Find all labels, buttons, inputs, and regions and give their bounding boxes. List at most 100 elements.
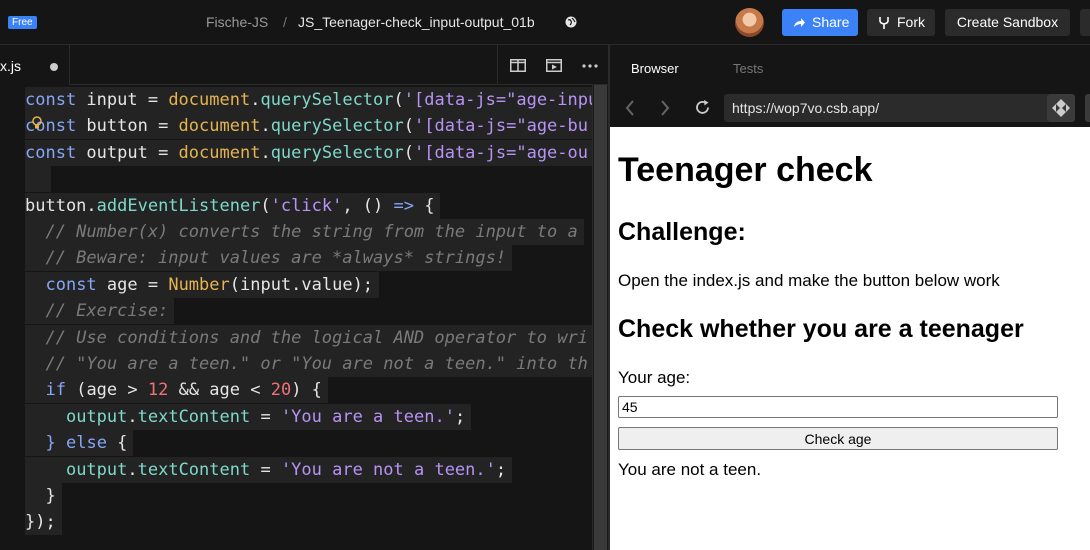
back-icon[interactable]: [625, 100, 635, 116]
share-button[interactable]: Share: [782, 9, 858, 36]
code-line[interactable]: const output = document.querySelector('[…: [25, 139, 592, 166]
check-age-button[interactable]: Check age: [618, 427, 1058, 450]
reload-icon[interactable]: [694, 99, 711, 116]
code-editor: x.js const input = document.querySelecto…: [0, 45, 608, 550]
code-token: document: [178, 142, 261, 163]
code-token: else: [65, 433, 107, 454]
share-label: Share: [812, 14, 850, 30]
top-bar: Free Fische-JS / JS_Teenager-check_input…: [0, 0, 1090, 45]
code-token: =>: [393, 195, 414, 216]
fork-button[interactable]: Fork: [867, 9, 935, 36]
code-token: Number: [168, 274, 230, 295]
split-view-icon[interactable]: [510, 59, 526, 72]
code-line[interactable]: const button = document.querySelector('[…: [25, 113, 592, 140]
code-token: // Number(x) converts the string from th…: [25, 222, 578, 242]
code-token: {: [414, 195, 435, 216]
code-token: if: [45, 380, 66, 401]
overflow-button[interactable]: [1080, 9, 1090, 36]
code-token: (: [403, 116, 414, 137]
code-line[interactable]: // Number(x) converts the string from th…: [25, 219, 584, 245]
preview-icon[interactable]: [546, 59, 562, 72]
code-token: , (): [342, 195, 394, 216]
code-token: querySelector: [270, 142, 404, 163]
code-token: (age >: [65, 380, 148, 401]
more-options-icon[interactable]: [582, 64, 598, 68]
code-token: textContent: [137, 459, 251, 480]
code-token: (input.value);: [229, 274, 374, 295]
code-token: (: [260, 195, 271, 216]
forward-icon[interactable]: [660, 100, 670, 116]
code-line[interactable]: // Exercise:: [25, 298, 175, 325]
pane-overflow-button[interactable]: [1085, 94, 1090, 122]
code-token: textContent: [137, 406, 251, 427]
code-token: .: [127, 459, 138, 480]
user-avatar[interactable]: [735, 8, 764, 37]
code-line[interactable]: // Use conditions and the logical AND op…: [25, 324, 592, 351]
code-token: const: [25, 90, 77, 110]
code-token: =: [250, 406, 281, 427]
code-token: // Exercise:: [25, 301, 169, 322]
editor-scrollbar-thumb[interactable]: [594, 85, 607, 550]
code-token: .: [260, 116, 271, 137]
file-tab-index-js[interactable]: x.js: [0, 45, 70, 85]
code-token: }: [45, 433, 56, 454]
tab-tests[interactable]: Tests: [733, 61, 763, 76]
code-token: button.: [25, 195, 97, 216]
code-token: ;: [454, 406, 466, 427]
code-token: '[data-js="age-bu: [414, 116, 588, 137]
code-line[interactable]: output.textContent = 'You are not a teen…: [25, 456, 513, 483]
code-token: output: [65, 459, 128, 480]
code-token: 20: [270, 380, 292, 401]
code-line[interactable]: const input = document.querySelector('[d…: [25, 87, 592, 113]
code-token: 'You are a teen.': [280, 406, 455, 427]
codesandbox-icon: [1052, 99, 1070, 117]
code-line[interactable]: output.textContent = 'You are a teen.';: [25, 403, 472, 430]
code-line[interactable]: // Beware: input values are *always* str…: [25, 245, 513, 272]
editor-tools: [497, 45, 608, 85]
check-heading: Check whether you are a teenager: [618, 315, 1024, 343]
tab-browser[interactable]: Browser: [631, 61, 679, 76]
code-token: input =: [76, 90, 169, 110]
code-token: age =: [96, 274, 169, 295]
code-token: const: [25, 142, 77, 163]
unsaved-dot-icon: [50, 63, 58, 71]
sandbox-tools-button[interactable]: [1047, 94, 1075, 122]
code-line[interactable]: if (age > 12 && age < 20) {: [25, 377, 328, 404]
code-token: }: [25, 486, 56, 506]
create-sandbox-button[interactable]: Create Sandbox: [945, 9, 1070, 36]
code-token: (: [393, 90, 404, 110]
lightbulb-icon[interactable]: [31, 116, 43, 130]
code-line[interactable]: // "You are a teen." or "You are not a t…: [25, 351, 592, 377]
breadcrumb-team[interactable]: Fische-JS: [206, 14, 268, 31]
code-token: .: [127, 406, 138, 427]
code-token: .: [250, 90, 261, 110]
code-line[interactable]: [25, 166, 52, 193]
code-token: 'click': [270, 195, 343, 216]
code-token: // Beware: input values are *always* str…: [25, 248, 507, 269]
code-line[interactable]: });: [25, 509, 62, 536]
address-bar[interactable]: [724, 94, 1049, 122]
code-token: const: [45, 274, 97, 295]
code-token: && age <: [168, 380, 271, 401]
breadcrumb-separator: /: [283, 14, 287, 30]
code-token: .: [260, 142, 271, 163]
code-token: '[data-js="age-ou: [414, 142, 588, 163]
age-input[interactable]: [618, 396, 1058, 418]
code-line[interactable]: } else {: [25, 430, 134, 457]
code-line[interactable]: const age = Number(input.value);: [25, 271, 380, 298]
share-icon: [794, 18, 805, 27]
challenge-heading: Challenge:: [618, 218, 746, 246]
code-line[interactable]: button.addEventListener('click', () => {: [25, 192, 441, 219]
code-token: document: [168, 90, 251, 110]
code-token: =: [250, 459, 281, 480]
code-line[interactable]: }: [25, 483, 62, 509]
breadcrumb-sandbox-name[interactable]: JS_Teenager-check_input-output_01b: [298, 14, 535, 31]
code-token: // Use conditions and the logical AND op…: [25, 327, 588, 348]
plan-badge: Free: [8, 16, 37, 29]
code-token: querySelector: [260, 90, 394, 110]
code-content[interactable]: const input = document.querySelector('[d…: [0, 85, 592, 550]
